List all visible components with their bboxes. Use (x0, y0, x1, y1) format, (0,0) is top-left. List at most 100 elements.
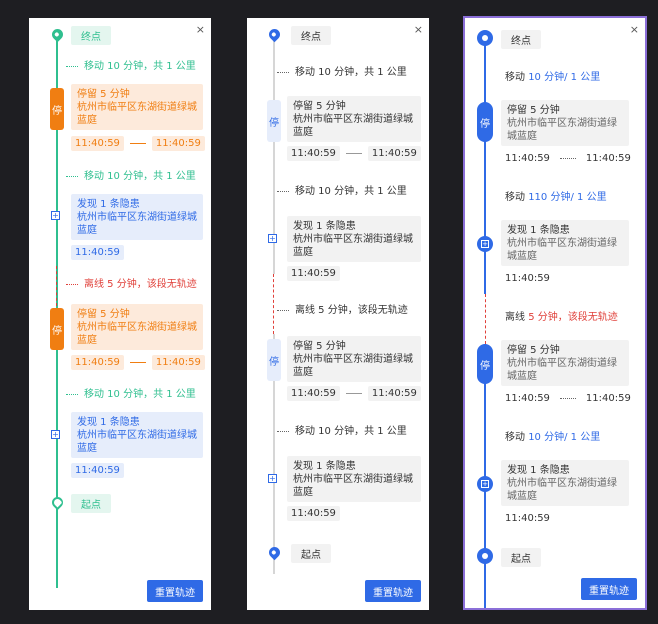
track-panel-gray: × 终点 移动 10 分钟，共 1 公里 停 停留 5 分钟 杭州市临平区东湖街… (247, 18, 429, 610)
stop-card[interactable]: 停留 5 分钟 杭州市临平区东湖街道绿城蓝庭 (71, 304, 203, 350)
stop-badge: 停 (50, 308, 64, 350)
end-label: 终点 (501, 30, 541, 49)
track-panel-colored: × 终点 移动 10 分钟，共 1 公里 停 停留 5 分钟 杭州市临平区东湖街… (29, 18, 211, 610)
stop-badge: 停 (50, 88, 64, 130)
reset-track-button[interactable]: 重置轨迹 (365, 580, 421, 602)
track-panel-blue: × 终点 移动 10 分钟/ 1 公里 停 停留 5 分钟 杭州市临平区东湖街道… (463, 16, 647, 610)
time-start: 11:40:59 (71, 136, 124, 151)
end-pin-icon (477, 30, 493, 46)
stop-card[interactable]: 停留 5 分钟 杭州市临平区东湖街道绿城蓝庭 (501, 340, 629, 386)
time-end: 11:40:59 (151, 355, 205, 370)
stop-title: 停留 5 分钟 (77, 89, 130, 100)
stop-time-range: 11:40:59 11:40:59 (71, 136, 205, 151)
hazard-icon: + (477, 476, 493, 492)
start-label: 起点 (71, 494, 111, 513)
end-pin-icon (266, 26, 282, 42)
stop-card[interactable]: 停留 5 分钟 杭州市临平区东湖街道绿城蓝庭 (71, 84, 203, 130)
time-start: 11:40:59 (505, 393, 550, 404)
time-end: 11:40:59 (367, 146, 421, 161)
hazard-address: 杭州市临平区东湖街道绿城蓝庭 (293, 234, 413, 258)
reset-track-button[interactable]: 重置轨迹 (147, 580, 203, 602)
move-segment: 移动 10 分钟/ 1 公里 (505, 72, 601, 83)
close-icon[interactable]: × (630, 24, 639, 35)
hazard-address: 杭州市临平区东湖街道绿城蓝庭 (507, 238, 617, 262)
hazard-card[interactable]: 发现 1 条隐患 杭州市临平区东湖街道绿城蓝庭 (501, 220, 629, 266)
hazard-time-row: 11:40:59 (287, 266, 340, 281)
time-start: 11:40:59 (505, 153, 550, 164)
time-start: 11:40:59 (287, 386, 340, 401)
close-icon[interactable]: × (414, 24, 423, 35)
stop-address: 杭州市临平区东湖街道绿城蓝庭 (507, 118, 617, 142)
close-icon[interactable]: × (196, 24, 205, 35)
offline-line (485, 294, 486, 344)
hazard-time-row: 11:40:59 (287, 506, 340, 521)
hazard-title: 发现 1 条隐患 (77, 199, 140, 210)
move-segment: 移动 10 分钟/ 1 公里 (505, 432, 601, 443)
move-segment: 移动 10 分钟，共 1 公里 (277, 182, 407, 197)
hazard-icon: + (477, 236, 493, 252)
stop-title: 停留 5 分钟 (507, 105, 560, 116)
hazard-card[interactable]: 发现 1 条隐患 杭州市临平区东湖街道绿城蓝庭 (287, 216, 421, 262)
stop-title: 停留 5 分钟 (293, 341, 346, 352)
stop-badge: 停 (267, 100, 281, 142)
reset-track-button[interactable]: 重置轨迹 (581, 578, 637, 600)
offline-segment: 离线 5 分钟，该段无轨迹 (277, 301, 408, 316)
stop-time-range: 11:40:59 11:40:59 (501, 151, 635, 166)
time-end: 11:40:59 (151, 136, 205, 151)
offline-line (273, 274, 274, 334)
hazard-time-row: 11:40:59 (501, 511, 554, 526)
stop-card[interactable]: 停留 5 分钟 杭州市临平区东湖街道绿城蓝庭 (287, 96, 421, 142)
start-pin-icon (266, 544, 282, 560)
stop-badge: 停 (477, 102, 493, 142)
hazard-title: 发现 1 条隐患 (293, 461, 356, 472)
start-pin-icon (49, 494, 65, 510)
hazard-time: 11:40:59 (287, 506, 340, 521)
stop-address: 杭州市临平区东湖街道绿城蓝庭 (507, 358, 617, 382)
hazard-title: 发现 1 条隐患 (507, 465, 570, 476)
move-segment: 移动 10 分钟，共 1 公里 (66, 57, 196, 72)
stop-title: 停留 5 分钟 (293, 101, 346, 112)
hazard-address: 杭州市临平区东湖街道绿城蓝庭 (77, 212, 197, 236)
stop-badge: 停 (477, 344, 493, 384)
hazard-time: 11:40:59 (71, 463, 124, 478)
hazard-time: 11:40:59 (287, 266, 340, 281)
offline-line (56, 266, 57, 306)
hazard-card[interactable]: 发现 1 条隐患 杭州市临平区东湖街道绿城蓝庭 (71, 194, 203, 240)
time-end: 11:40:59 (585, 393, 631, 404)
hazard-time-row: 11:40:59 (71, 245, 124, 260)
stop-address: 杭州市临平区东湖街道绿城蓝庭 (77, 102, 197, 126)
hazard-title: 发现 1 条隐患 (507, 225, 570, 236)
hazard-address: 杭州市临平区东湖街道绿城蓝庭 (293, 474, 413, 498)
time-end: 11:40:59 (367, 386, 421, 401)
hazard-time-row: 11:40:59 (71, 463, 124, 478)
hazard-title: 发现 1 条隐患 (293, 221, 356, 232)
hazard-card[interactable]: 发现 1 条隐患 杭州市临平区东湖街道绿城蓝庭 (501, 460, 629, 506)
stop-time-range: 11:40:59 11:40:59 (71, 355, 205, 370)
start-label: 起点 (291, 544, 331, 563)
hazard-card[interactable]: 发现 1 条隐患 杭州市临平区东湖街道绿城蓝庭 (287, 456, 421, 502)
timeline-line (484, 32, 486, 294)
stop-card[interactable]: 停留 5 分钟 杭州市临平区东湖街道绿城蓝庭 (287, 336, 421, 382)
move-segment: 移动 10 分钟，共 1 公里 (66, 385, 196, 400)
hazard-address: 杭州市临平区东湖街道绿城蓝庭 (507, 478, 617, 502)
stop-title: 停留 5 分钟 (507, 345, 560, 356)
hazard-time-row: 11:40:59 (501, 271, 554, 286)
stop-address: 杭州市临平区东湖街道绿城蓝庭 (293, 114, 413, 138)
hazard-title: 发现 1 条隐患 (77, 417, 140, 428)
offline-segment: 离线 5 分钟，该段无轨迹 (66, 275, 197, 290)
move-segment: 移动 10 分钟，共 1 公里 (66, 167, 196, 182)
hazard-address: 杭州市临平区东湖街道绿城蓝庭 (77, 430, 197, 454)
move-segment: 移动 10 分钟，共 1 公里 (277, 63, 407, 78)
stop-address: 杭州市临平区东湖街道绿城蓝庭 (293, 354, 413, 378)
stop-badge: 停 (267, 339, 281, 381)
hazard-icon: + (268, 474, 277, 483)
hazard-icon: + (51, 211, 60, 220)
end-pin-icon (49, 26, 65, 42)
stop-time-range: 11:40:59 11:40:59 (287, 146, 421, 161)
stop-title: 停留 5 分钟 (77, 309, 130, 320)
stop-address: 杭州市临平区东湖街道绿城蓝庭 (77, 322, 197, 346)
stop-card[interactable]: 停留 5 分钟 杭州市临平区东湖街道绿城蓝庭 (501, 100, 629, 146)
move-segment: 移动 10 分钟，共 1 公里 (277, 422, 407, 437)
hazard-card[interactable]: 发现 1 条隐患 杭州市临平区东湖街道绿城蓝庭 (71, 412, 203, 458)
hazard-time: 11:40:59 (505, 513, 550, 524)
